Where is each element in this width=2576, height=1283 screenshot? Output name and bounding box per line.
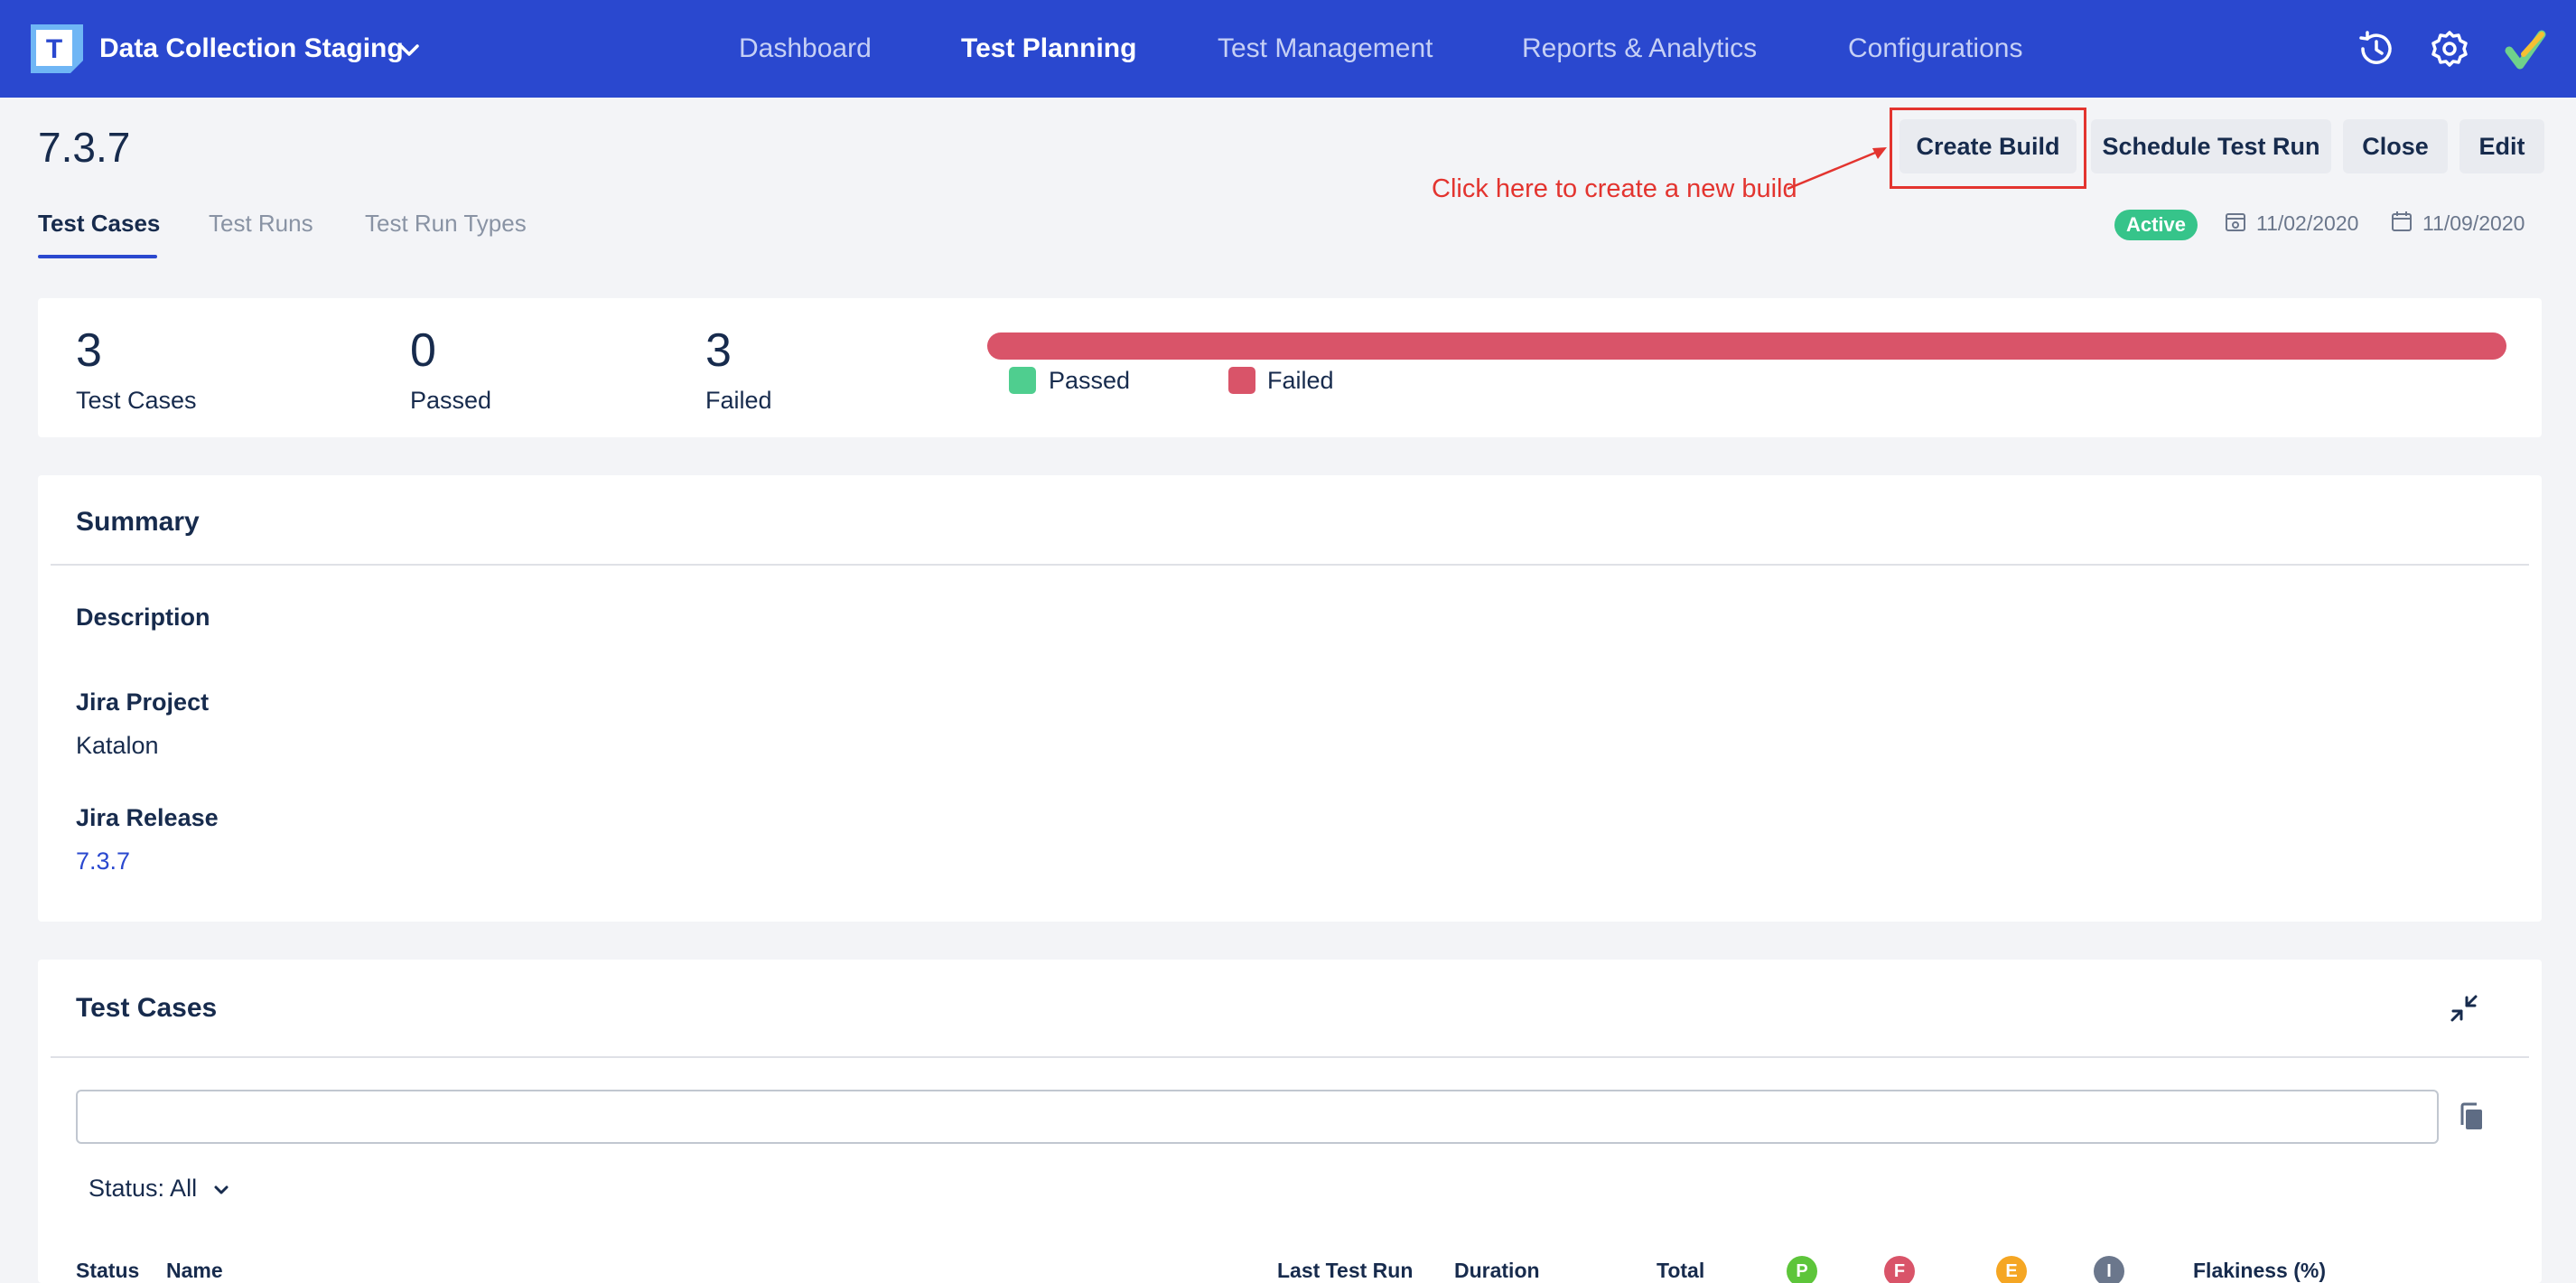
failed-count: 3: [705, 324, 732, 377]
passed-count: 0: [410, 324, 436, 377]
end-date-calendar-icon: [2392, 211, 2412, 231]
active-tab-indicator: [38, 255, 157, 258]
column-header-duration[interactable]: Duration: [1454, 1258, 1540, 1283]
start-date: 11/02/2020: [2256, 211, 2359, 235]
summary-divider: [51, 564, 2529, 566]
nav-test-planning[interactable]: Test Planning: [961, 31, 1136, 67]
status-filter-label: Status: All: [89, 1175, 198, 1202]
collapse-icon[interactable]: [2448, 992, 2480, 1025]
schedule-test-run-button[interactable]: Schedule Test Run: [2091, 119, 2331, 173]
passed-count-label: Passed: [410, 387, 492, 414]
end-date: 11/09/2020: [2422, 211, 2525, 235]
start-date-calendar-icon: [2226, 213, 2245, 231]
test-cases-section-title: Test Cases: [76, 993, 218, 1023]
summary-card: [38, 475, 2542, 922]
column-header-failed-badge[interactable]: F: [1884, 1256, 1915, 1283]
test-case-search-input[interactable]: [76, 1090, 2439, 1144]
nav-reports-analytics[interactable]: Reports & Analytics: [1522, 31, 1757, 67]
tab-test-run-types[interactable]: Test Run Types: [365, 210, 527, 237]
status-filter-dropdown[interactable]: Status: All: [89, 1173, 231, 1203]
column-header-incomplete-badge[interactable]: I: [2094, 1256, 2124, 1283]
results-progress-bar: [987, 332, 2506, 360]
failed-count-label: Failed: [705, 387, 772, 414]
build-title: 7.3.7: [38, 124, 131, 171]
column-header-last-test-run[interactable]: Last Test Run: [1277, 1258, 1413, 1283]
status-badge: Active: [2114, 210, 2198, 240]
legend-passed-label: Passed: [1049, 367, 1131, 394]
test-cases-divider: [51, 1056, 2529, 1058]
top-navigation-bar: T Data Collection Staging Dashboard Test…: [0, 0, 2576, 98]
annotation-arrow-icon: [1787, 147, 1887, 191]
column-header-name[interactable]: Name: [166, 1258, 223, 1283]
test-cases-count: 3: [76, 324, 102, 377]
nav-test-management[interactable]: Test Management: [1218, 31, 1433, 67]
katalon-brand-icon[interactable]: [2504, 27, 2547, 70]
close-button[interactable]: Close: [2343, 119, 2448, 173]
annotation-highlight-box: [1890, 108, 2086, 189]
chevron-down-icon: [214, 1185, 229, 1194]
katalon-logo-icon[interactable]: T: [31, 24, 83, 73]
nav-configurations[interactable]: Configurations: [1848, 31, 2022, 67]
description-label: Description: [76, 604, 210, 631]
annotation-text: Click here to create a new build: [1432, 174, 1797, 203]
column-header-status[interactable]: Status: [76, 1258, 139, 1283]
column-header-flakiness[interactable]: Flakiness (%): [2193, 1258, 2326, 1283]
chevron-down-icon[interactable]: [396, 36, 423, 63]
tab-test-runs[interactable]: Test Runs: [209, 210, 313, 237]
project-name[interactable]: Data Collection Staging: [99, 31, 404, 67]
column-header-passed-badge[interactable]: P: [1787, 1256, 1817, 1283]
jira-release-label: Jira Release: [76, 804, 219, 831]
summary-title: Summary: [76, 507, 200, 537]
logo-letter: T: [46, 34, 62, 64]
legend-passed-swatch: [1009, 367, 1036, 394]
jira-project-label: Jira Project: [76, 688, 210, 716]
gear-icon[interactable]: [2428, 27, 2471, 70]
history-icon[interactable]: [2354, 27, 2397, 70]
column-header-error-badge[interactable]: E: [1996, 1256, 2027, 1283]
nav-dashboard[interactable]: Dashboard: [739, 31, 872, 67]
legend-failed-label: Failed: [1267, 367, 1334, 394]
copy-icon[interactable]: [2457, 1101, 2486, 1132]
jira-project-value: Katalon: [76, 732, 159, 759]
test-cases-count-label: Test Cases: [76, 387, 197, 414]
tab-test-cases[interactable]: Test Cases: [38, 210, 160, 237]
column-header-total[interactable]: Total: [1657, 1258, 1704, 1283]
legend-failed-swatch: [1228, 367, 1255, 394]
edit-button[interactable]: Edit: [2459, 119, 2544, 173]
jira-release-link[interactable]: 7.3.7: [76, 846, 130, 876]
